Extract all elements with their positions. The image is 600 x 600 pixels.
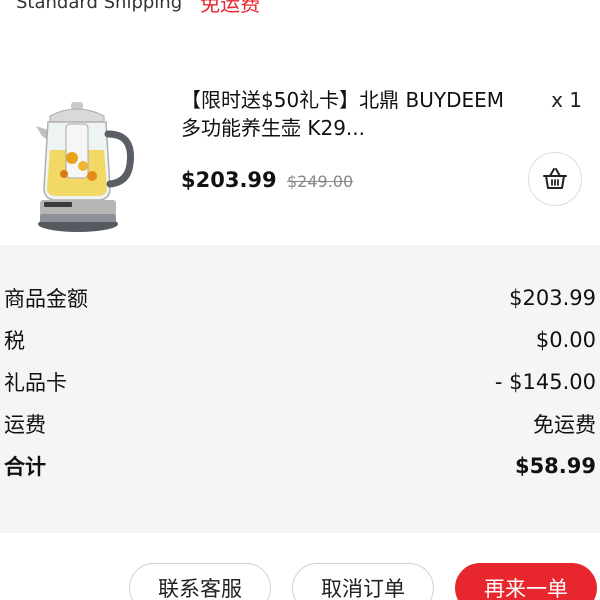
summary-value: $203.99 (509, 286, 596, 310)
product-quantity: x 1 (551, 88, 582, 112)
product-original-price: $249.00 (287, 172, 354, 191)
summary-value: 免运费 (533, 413, 596, 437)
summary-label: 运费 (4, 413, 46, 437)
summary-value: $58.99 (514, 454, 596, 478)
order-summary: 商品金额 $203.99 税 $0.00 礼品卡 - $145.00 运费 免运… (0, 245, 600, 533)
summary-value: $0.00 (535, 328, 596, 352)
summary-row-gift-card: 礼品卡 - $145.00 (0, 362, 600, 402)
summary-row-tax: 税 $0.00 (0, 320, 600, 360)
summary-value: - $145.00 (494, 370, 596, 394)
product-image[interactable] (34, 90, 144, 240)
free-shipping-label: 免运费 (200, 0, 261, 16)
summary-label: 商品金额 (4, 287, 88, 311)
product-title[interactable]: 【限时送$50礼卡】北鼎 BUYDEEM 多功能养生壶 K29... (181, 86, 521, 142)
summary-row-total: 合计 $58.99 (0, 446, 600, 486)
summary-row-subtotal: 商品金额 $203.99 (0, 278, 600, 318)
contact-support-button[interactable]: 联系客服 (129, 563, 271, 600)
shipping-row: Standard Shipping 免运费 (0, 0, 600, 16)
cancel-order-button[interactable]: 取消订单 (292, 563, 434, 600)
basket-icon (543, 168, 567, 189)
add-to-cart-button[interactable] (528, 152, 582, 206)
shipping-method: Standard Shipping (16, 0, 183, 13)
kettle-icon (36, 102, 135, 232)
product-item[interactable]: 【限时送$50礼卡】北鼎 BUYDEEM 多功能养生壶 K29... x 1 $… (0, 70, 600, 245)
product-price: $203.99 (181, 168, 277, 192)
reorder-button[interactable]: 再来一单 (455, 563, 597, 600)
summary-label: 税 (4, 329, 25, 353)
summary-label: 礼品卡 (4, 371, 67, 395)
summary-row-shipping: 运费 免运费 (0, 404, 600, 444)
summary-label: 合计 (4, 455, 46, 479)
order-detail-page: Standard Shipping 免运费 【限时送$50礼卡】北鼎 BUYDE… (0, 0, 600, 600)
